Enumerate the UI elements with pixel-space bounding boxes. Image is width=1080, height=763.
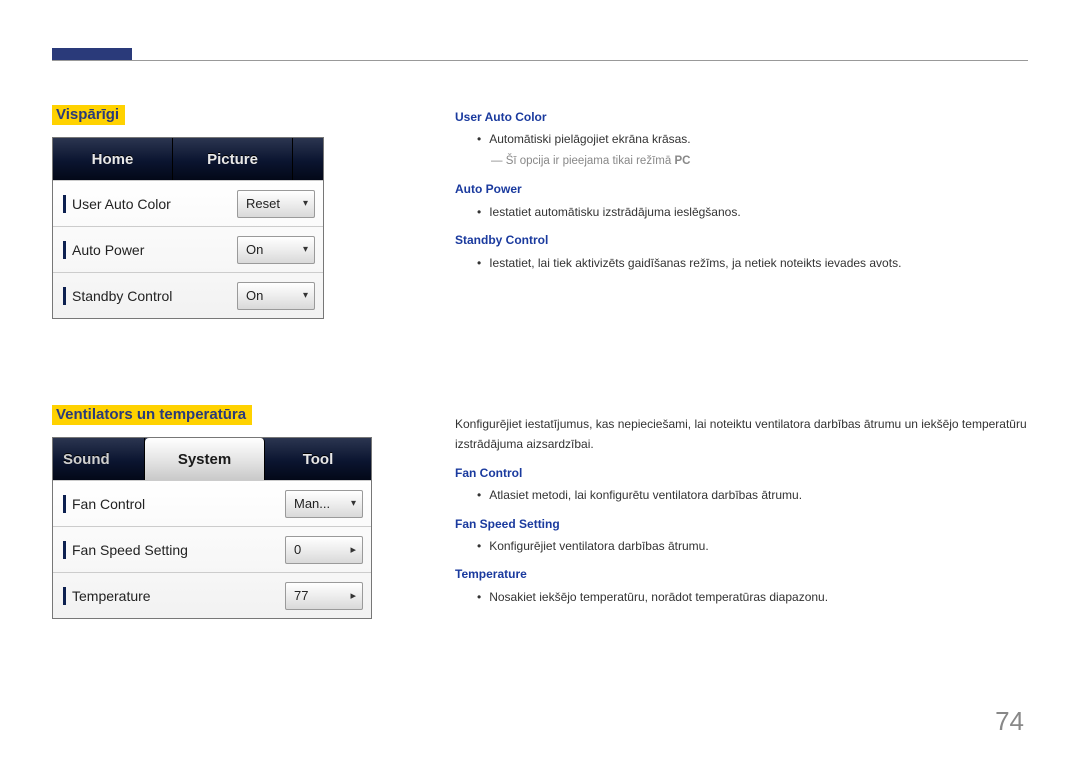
term-auto-power: Auto Power	[455, 179, 1030, 199]
right-column-section2: Konfigurējiet iestatījumus, kas nepiecie…	[455, 414, 1030, 607]
tabbar-fan: Sound System Tool	[53, 438, 371, 480]
bullet-user-auto-color: Automātiski pielāgojiet ekrāna krāsas.	[477, 129, 1030, 149]
term-fan-speed: Fan Speed Setting	[455, 514, 1030, 534]
row-auto-power: Auto Power On ▾	[53, 226, 323, 272]
chevron-right-icon: ▸	[350, 543, 356, 556]
header-accent	[52, 48, 132, 60]
term-fan-control: Fan Control	[455, 463, 1030, 483]
dropdown-standby-control[interactable]: On ▾	[237, 282, 315, 310]
control-value: On	[246, 288, 263, 303]
term-standby-control: Standby Control	[455, 230, 1030, 250]
row-label: Standby Control	[63, 287, 237, 305]
rows-general: User Auto Color Reset ▾ Auto Power On ▾ …	[53, 180, 323, 318]
row-standby-control: Standby Control On ▾	[53, 272, 323, 318]
row-temperature: Temperature 77 ▸	[53, 572, 371, 618]
note-text: Šī opcija ir pieejama tikai režīmā	[506, 155, 675, 167]
bullet-text: Konfigurējiet ventilatora darbības ātrum…	[489, 536, 708, 556]
bullet-fan-control: Atlasiet metodi, lai konfigurētu ventila…	[477, 485, 1030, 505]
tab-tool[interactable]: Tool	[265, 438, 371, 480]
left-column: Vispārīgi Home Picture User Auto Color R…	[52, 105, 382, 659]
row-label: Temperature	[63, 587, 285, 605]
row-user-auto-color: User Auto Color Reset ▾	[53, 180, 323, 226]
control-value: Man...	[294, 496, 330, 511]
tab-system[interactable]: System	[145, 438, 265, 480]
row-label: Fan Control	[63, 495, 285, 513]
tab-home[interactable]: Home	[53, 138, 173, 180]
bullet-text: Atlasiet metodi, lai konfigurētu ventila…	[489, 485, 802, 505]
spinner-fan-speed[interactable]: 0 ▸	[285, 536, 363, 564]
bullet-text: Automātiski pielāgojiet ekrāna krāsas.	[489, 129, 690, 149]
tab-overflow-right	[293, 138, 323, 180]
note-bold: PC	[674, 155, 690, 167]
dropdown-user-auto-color[interactable]: Reset ▾	[237, 190, 315, 218]
row-label: User Auto Color	[63, 195, 237, 213]
chevron-down-icon: ▾	[351, 498, 356, 509]
right-column-section1: User Auto Color Automātiski pielāgojiet …	[455, 105, 1030, 273]
chevron-right-icon: ▸	[350, 589, 356, 602]
term-user-auto-color: User Auto Color	[455, 107, 1030, 127]
bullet-auto-power: Iestatiet automātisku izstrādājuma ieslē…	[477, 202, 1030, 222]
tab-sound[interactable]: Sound	[53, 438, 145, 480]
section2-heading: Ventilators un temperatūra	[52, 405, 252, 425]
chevron-down-icon: ▾	[303, 244, 308, 255]
header-divider	[52, 60, 1028, 61]
row-fan-control: Fan Control Man... ▾	[53, 480, 371, 526]
dropdown-fan-control[interactable]: Man... ▾	[285, 490, 363, 518]
note-pc-only: Šī opcija ir pieejama tikai režīmā PC	[491, 152, 1030, 172]
term-temperature: Temperature	[455, 564, 1030, 584]
bullet-standby-control: Iestatiet, lai tiek aktivizēts gaidīšana…	[477, 253, 1030, 273]
bullet-temperature: Nosakiet iekšējo temperatūru, norādot te…	[477, 587, 1030, 607]
dropdown-auto-power[interactable]: On ▾	[237, 236, 315, 264]
tabbar-general: Home Picture	[53, 138, 323, 180]
panel-general: Home Picture User Auto Color Reset ▾ Aut…	[52, 137, 324, 319]
chevron-down-icon: ▾	[303, 198, 308, 209]
control-value: 0	[294, 542, 301, 557]
bullet-fan-speed: Konfigurējiet ventilatora darbības ātrum…	[477, 536, 1030, 556]
section2-intro: Konfigurējiet iestatījumus, kas nepiecie…	[455, 414, 1030, 455]
bullet-text: Iestatiet automātisku izstrādājuma ieslē…	[489, 202, 740, 222]
control-value: On	[246, 242, 263, 257]
section1-heading: Vispārīgi	[52, 105, 125, 125]
page-number: 74	[995, 706, 1024, 737]
spinner-temperature[interactable]: 77 ▸	[285, 582, 363, 610]
rows-fan: Fan Control Man... ▾ Fan Speed Setting 0…	[53, 480, 371, 618]
panel-fan: Sound System Tool Fan Control Man... ▾ F…	[52, 437, 372, 619]
control-value: Reset	[246, 196, 280, 211]
row-label: Fan Speed Setting	[63, 541, 285, 559]
control-value: 77	[294, 588, 308, 603]
bullet-text: Iestatiet, lai tiek aktivizēts gaidīšana…	[489, 253, 901, 273]
tab-picture[interactable]: Picture	[173, 138, 293, 180]
row-fan-speed: Fan Speed Setting 0 ▸	[53, 526, 371, 572]
chevron-down-icon: ▾	[303, 290, 308, 301]
bullet-text: Nosakiet iekšējo temperatūru, norādot te…	[489, 587, 828, 607]
row-label: Auto Power	[63, 241, 237, 259]
